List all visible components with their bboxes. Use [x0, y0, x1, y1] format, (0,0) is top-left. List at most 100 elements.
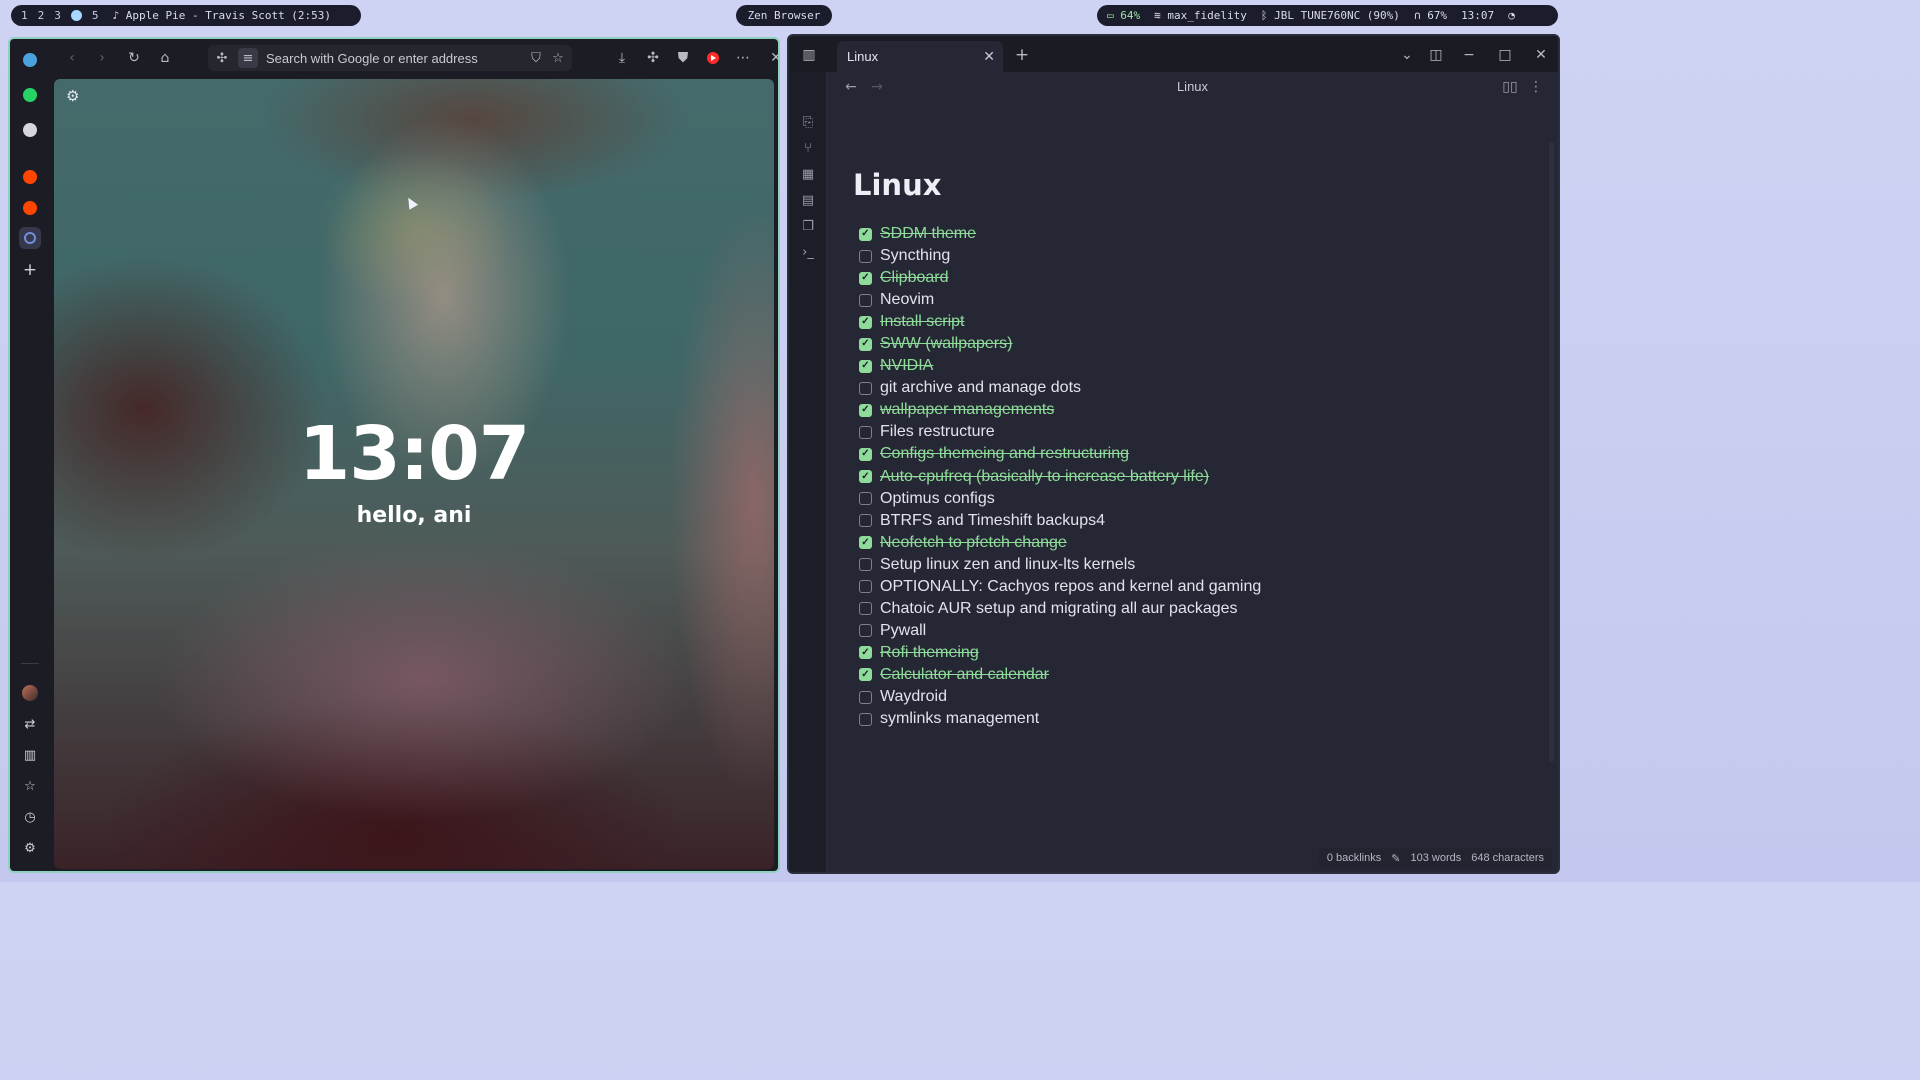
checklist-item-label[interactable]: Calculator and calendar [880, 666, 1049, 684]
checklist-item[interactable]: Files restructure [859, 421, 1499, 443]
checked-checkbox-icon[interactable]: ✓ [859, 470, 872, 484]
checklist-item[interactable]: ✓ Configs themeing and restructuring [859, 443, 1499, 465]
checklist-item-label[interactable]: Auto-cpufreq (basically to increase batt… [880, 468, 1209, 486]
unchecked-checkbox-icon[interactable] [859, 712, 872, 726]
checklist-item[interactable]: symlinks management [859, 708, 1499, 730]
note-title[interactable]: Linux [853, 168, 941, 202]
checklist-item-label[interactable]: Pywall [880, 622, 926, 640]
checklist-item[interactable]: Optimus configs [859, 488, 1499, 510]
more-menu-icon[interactable]: ⋯ [733, 48, 753, 68]
checklist-item-label[interactable]: git archive and manage dots [880, 379, 1081, 397]
tab-close-icon[interactable]: ✕ [983, 48, 995, 65]
unchecked-checkbox-icon[interactable] [859, 381, 872, 395]
checklist-item-label[interactable]: Neofetch to pfetch change [880, 534, 1067, 552]
checklist-item-label[interactable]: Syncthing [880, 247, 950, 265]
checklist-item-label[interactable]: symlinks management [880, 710, 1039, 728]
unchecked-checkbox-icon[interactable] [859, 580, 872, 594]
chatgpt-icon[interactable] [19, 119, 41, 141]
unchecked-checkbox-icon[interactable] [859, 558, 872, 572]
sidebar-toggle-icon[interactable]: ▥ [19, 744, 41, 766]
unchecked-checkbox-icon[interactable] [859, 514, 872, 528]
history-clock-icon[interactable]: ◷ [19, 806, 41, 828]
unchecked-checkbox-icon[interactable] [859, 690, 872, 704]
checklist-item-label[interactable]: Configs themeing and restructuring [880, 445, 1129, 463]
checked-checkbox-icon[interactable]: ✓ [859, 359, 872, 373]
volume-status[interactable]: ∩ 67% [1414, 9, 1447, 22]
workspace-5[interactable]: 5 [92, 9, 99, 22]
avatar[interactable] [19, 682, 41, 704]
open-quick-switcher-icon[interactable]: ⎘ [798, 112, 818, 132]
tab-list-chevron-down-icon[interactable]: ⌄ [1397, 45, 1417, 65]
reddit-icon[interactable] [19, 166, 41, 188]
bell-icon[interactable]: ◔ [1508, 9, 1515, 22]
note-breadcrumb-title[interactable]: Linux [827, 79, 1558, 94]
workspace-3[interactable]: 3 [54, 9, 61, 22]
active-workspace-dot[interactable] [70, 10, 82, 21]
ublock-shield-icon[interactable]: ⛊ [673, 48, 693, 68]
checklist-item[interactable]: Chatoic AUR setup and migrating all aur … [859, 598, 1499, 620]
unchecked-checkbox-icon[interactable] [859, 425, 872, 439]
bluetooth-status[interactable]: ᛒ JBL TUNE760NC (90%) [1261, 9, 1400, 22]
unchecked-checkbox-icon[interactable] [859, 624, 872, 638]
download-icon[interactable]: ⤓ [612, 48, 632, 68]
checked-checkbox-icon[interactable]: ✓ [859, 337, 872, 351]
active-tab-icon[interactable] [19, 227, 41, 249]
checklist-item[interactable]: Setup linux zen and linux-lts kernels [859, 554, 1499, 576]
checklist-item[interactable]: OPTIONALLY: Cachyos repos and kernel and… [859, 576, 1499, 598]
checked-checkbox-icon[interactable]: ✓ [859, 227, 872, 241]
maximize-icon[interactable]: □ [1495, 45, 1515, 65]
shield-icon[interactable]: ⛉ [526, 48, 546, 68]
checklist-item-label[interactable]: Files restructure [880, 423, 995, 441]
now-playing[interactable]: ♪ Apple Pie - Travis Scott (2:53) [113, 9, 332, 22]
minimize-icon[interactable]: − [1459, 45, 1479, 65]
unchecked-checkbox-icon[interactable] [859, 293, 872, 307]
checked-checkbox-icon[interactable]: ✓ [859, 447, 872, 461]
checked-checkbox-icon[interactable]: ✓ [859, 536, 872, 550]
checklist-item[interactable]: Pywall [859, 620, 1499, 642]
checked-checkbox-icon[interactable]: ✓ [859, 646, 872, 660]
graph-view-icon[interactable]: ⑂ [798, 138, 818, 158]
reload-icon[interactable]: ↻ [124, 48, 144, 68]
checklist-item-label[interactable]: Neovim [880, 291, 934, 309]
unchecked-checkbox-icon[interactable] [859, 602, 872, 616]
checked-checkbox-icon[interactable]: ✓ [859, 403, 872, 417]
checklist-item-label[interactable]: Rofi themeing [880, 644, 979, 662]
extensions-icon[interactable]: ✣ [643, 48, 663, 68]
bookmark-star-icon[interactable]: ☆ [548, 48, 568, 68]
checklist-item[interactable]: ✓ Neofetch to pfetch change [859, 532, 1499, 554]
checklist-item[interactable]: ✓ NVIDIA [859, 355, 1499, 377]
close-icon[interactable]: ✕ [1531, 45, 1551, 65]
checklist-item[interactable]: ✓ Install script [859, 311, 1499, 333]
checklist-item[interactable]: ✓ Clipboard [859, 267, 1499, 289]
checked-checkbox-icon[interactable]: ✓ [859, 271, 872, 285]
editor-scrollbar[interactable] [1549, 142, 1554, 762]
bookmarks-star-icon[interactable]: ☆ [19, 775, 41, 797]
new-tab-plus-icon[interactable]: + [1012, 45, 1032, 65]
site-permissions-icon[interactable]: ≡ [238, 48, 258, 68]
workspace-2[interactable]: 2 [38, 9, 45, 22]
forward-arrow-icon[interactable]: › [92, 48, 112, 68]
right-sidebar-toggle-icon[interactable]: ◫ [1426, 45, 1446, 65]
unchecked-checkbox-icon[interactable] [859, 492, 872, 506]
home-icon[interactable]: ⌂ [155, 48, 175, 68]
checklist-item-label[interactable]: Clipboard [880, 269, 948, 287]
address-bar[interactable]: ✣ ≡ ⛉ ☆ [208, 45, 572, 71]
newtab-settings-gear-icon[interactable]: ⚙ [66, 87, 79, 105]
checklist-item[interactable]: ✓ Calculator and calendar [859, 664, 1499, 686]
checklist-item-label[interactable]: NVIDIA [880, 357, 933, 375]
checklist-item[interactable]: ✓ SWW (wallpapers) [859, 333, 1499, 355]
canvas-icon[interactable]: ▦ [798, 164, 818, 184]
settings-gear-icon[interactable]: ⚙ [19, 837, 41, 859]
reddit-icon[interactable] [19, 197, 41, 219]
checklist-item[interactable]: Syncthing [859, 245, 1499, 267]
wifi-status[interactable]: ≋ max_fidelity [1154, 9, 1247, 22]
backlinks-count[interactable]: 0 backlinks [1327, 852, 1381, 864]
reading-view-book-icon[interactable]: ▯▯ [1500, 77, 1520, 97]
close-icon[interactable]: ✕ [766, 48, 778, 68]
checklist-item[interactable]: ✓ Auto-cpufreq (basically to increase bat… [859, 466, 1499, 488]
checklist-item-label[interactable]: SWW (wallpapers) [880, 335, 1012, 353]
checklist-item-label[interactable]: BTRFS and Timeshift backups4 [880, 512, 1105, 530]
checklist-item-label[interactable]: Waydroid [880, 688, 947, 706]
checklist-item-label[interactable]: Chatoic AUR setup and migrating all aur … [880, 600, 1238, 618]
more-options-icon[interactable]: ⋮ [1526, 77, 1546, 97]
